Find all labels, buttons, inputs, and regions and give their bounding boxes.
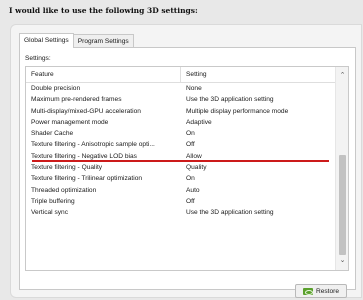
row-feature: Triple buffering: [31, 197, 75, 205]
settings-label: Settings:: [25, 55, 51, 62]
restore-label: Restore: [315, 287, 340, 295]
row-setting: Auto: [186, 186, 200, 194]
list-row[interactable]: Multi-display/mixed-GPU acceleration Mult…: [26, 106, 336, 117]
column-header-setting[interactable]: Setting: [181, 67, 207, 82]
list-scrollbar[interactable]: ⌃ ⌄: [335, 67, 348, 270]
row-feature: Multi-display/mixed-GPU acceleration: [31, 107, 141, 115]
nvidia-icon: [302, 287, 313, 295]
list-header: Feature Setting: [26, 67, 336, 83]
row-feature: Double precision: [31, 85, 81, 92]
tab-page: Settings: Feature Setting Double precisi…: [19, 47, 356, 298]
scrollbar-thumb[interactable]: [339, 155, 346, 255]
row-setting: Use the 3D application setting: [186, 96, 274, 104]
chevron-up-icon[interactable]: ⌃: [336, 70, 348, 82]
row-setting: On: [186, 175, 195, 183]
list-row[interactable]: Maximum pre-rendered frames Use the 3D ap…: [26, 94, 336, 105]
row-feature: Texture filtering - Quality: [31, 164, 103, 172]
list-row[interactable]: Threaded optimization Auto: [26, 185, 336, 196]
row-feature: Power management mode: [31, 118, 109, 126]
row-feature: Vertical sync: [31, 209, 69, 217]
chevron-down-icon[interactable]: ⌄: [336, 255, 348, 267]
row-setting: On: [186, 130, 195, 138]
row-feature: Shader Cache: [31, 130, 74, 138]
page-heading: I would like to use the following 3D set…: [9, 6, 198, 15]
list-row[interactable]: Shader Cache On: [26, 128, 336, 139]
row-setting: Adaptive: [186, 118, 212, 126]
row-feature: Maximum pre-rendered frames: [31, 96, 122, 104]
row-feature: Texture filtering - Anisotropic sample o…: [31, 141, 155, 149]
tab-strip: Global Settings Program Settings: [19, 33, 134, 48]
row-setting: Quality: [186, 164, 207, 172]
list-row[interactable]: Texture filtering - Quality Quality: [26, 162, 336, 173]
list-row[interactable]: Texture filtering - Anisotropic sample o…: [26, 139, 336, 150]
row-setting: Off: [186, 197, 195, 205]
list-row[interactable]: Triple buffering Off: [26, 196, 336, 207]
tab-program-settings[interactable]: Program Settings: [72, 34, 134, 47]
column-header-feature[interactable]: Feature: [26, 67, 181, 82]
row-feature: Threaded optimization: [31, 186, 97, 194]
list-row[interactable]: Power management mode Adaptive: [26, 117, 336, 128]
row-setting: Use the 3D application setting: [186, 209, 274, 217]
list-row[interactable]: Vertical sync Use the 3D application sett…: [26, 207, 336, 218]
row-feature: Texture filtering - Trilinear optimizati…: [31, 175, 143, 183]
settings-panel: Global Settings Program Settings Setting…: [10, 24, 362, 298]
restore-button[interactable]: Restore: [295, 284, 347, 298]
list-rows: Double precision None Maximum pre-rendere…: [26, 83, 336, 219]
row-setting: Off: [186, 141, 195, 149]
row-setting: None: [186, 85, 202, 92]
settings-list[interactable]: Feature Setting Double precision None Max…: [25, 66, 349, 271]
row-setting: Multiple display performance mode: [186, 107, 289, 115]
list-row[interactable]: Texture filtering - Trilinear optimizati…: [26, 173, 336, 184]
list-row[interactable]: Double precision None: [26, 83, 336, 94]
tab-global-settings[interactable]: Global Settings: [19, 33, 74, 48]
highlight-underline: [32, 160, 329, 162]
